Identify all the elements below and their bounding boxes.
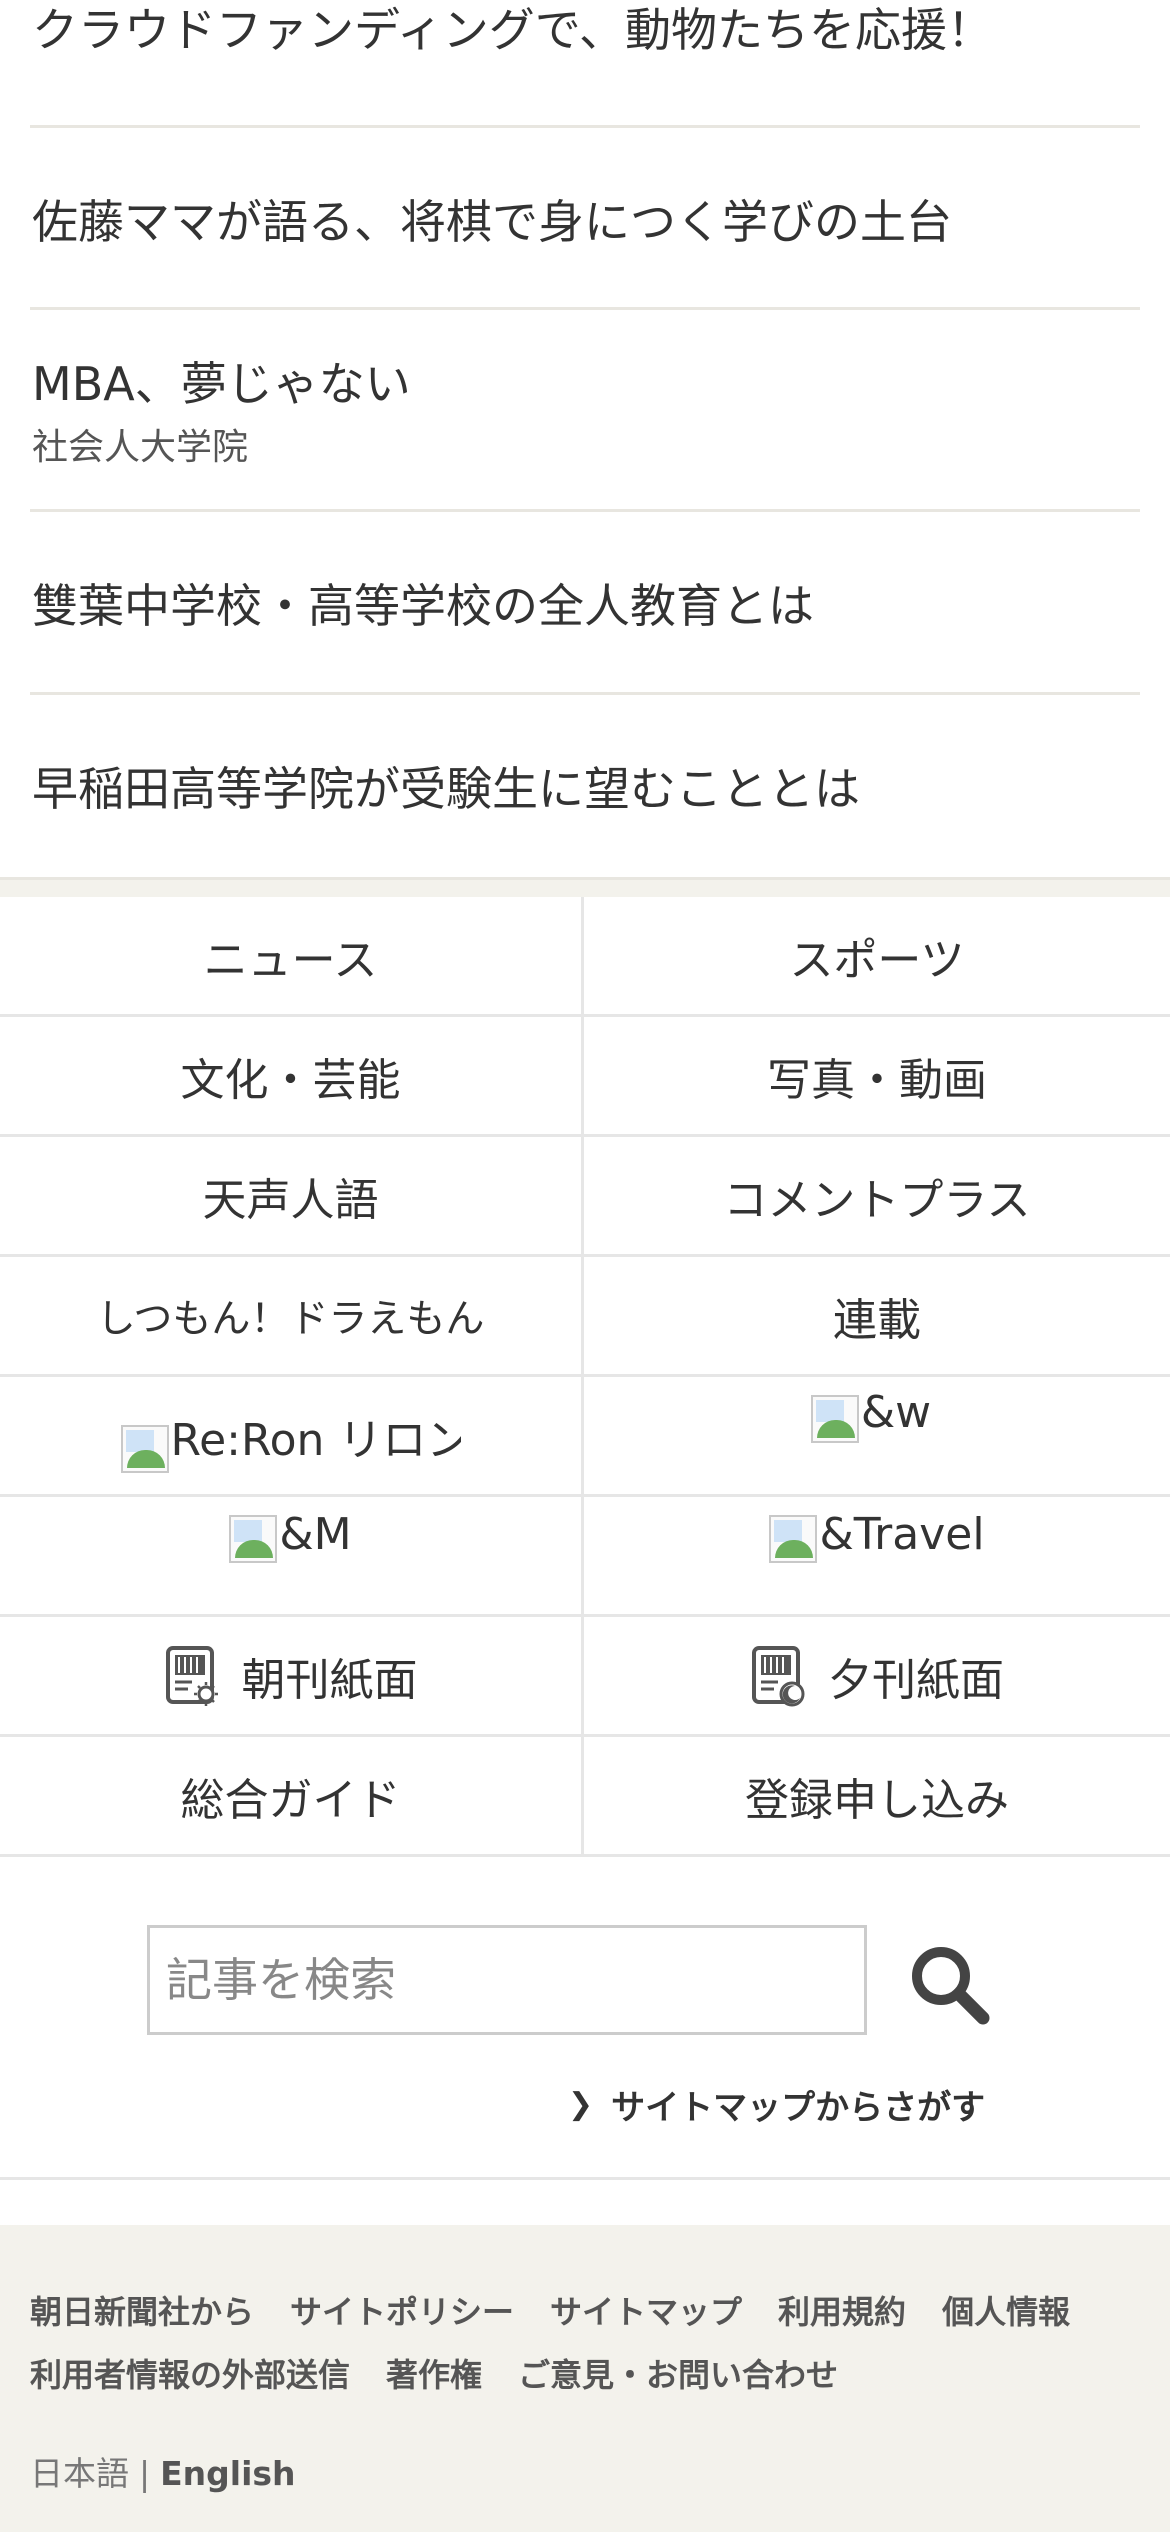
- nav-label: スポーツ: [789, 934, 965, 986]
- broken-image-icon: [120, 1424, 169, 1473]
- article-item[interactable]: 佐藤ママが語る、将棋で身につく学びの土台: [30, 128, 1140, 310]
- article-item[interactable]: 早稲田高等学院が受験生に望むこととは: [30, 695, 1140, 877]
- lang-separator: |: [139, 2454, 151, 2493]
- nav-morning-edition[interactable]: 朝刊紙面: [0, 1617, 584, 1737]
- nav-label: 連載: [833, 1294, 921, 1346]
- nav-label: &Travel: [819, 1509, 985, 1560]
- nav-label: しつもん！ドラえもん: [96, 1296, 485, 1342]
- nav-news[interactable]: ニュース: [0, 897, 584, 1017]
- nav-evening-edition[interactable]: 夕刊紙面: [584, 1617, 1170, 1737]
- nav-and-m[interactable]: &M: [0, 1497, 584, 1617]
- nav-and-w[interactable]: &w: [584, 1377, 1170, 1497]
- section-divider: [0, 877, 1170, 897]
- article-subtitle: 社会人大学院: [32, 427, 249, 468]
- broken-image-icon: [769, 1515, 818, 1563]
- footer-link-external-transmission[interactable]: 利用者情報の外部送信: [30, 2350, 350, 2396]
- article-item[interactable]: MBA、夢じゃない 社会人大学院: [30, 310, 1140, 512]
- site-footer: 朝日新聞社から サイトポリシー サイトマップ 利用規約 個人情報 利用者情報の外…: [0, 2225, 1170, 2532]
- broken-image-icon: [229, 1515, 278, 1563]
- nav-label: コメントプラス: [723, 1174, 1031, 1226]
- nav-shitsumon-doraemon[interactable]: しつもん！ドラえもん: [0, 1257, 584, 1377]
- nav-photo-video[interactable]: 写真・動画: [584, 1017, 1170, 1137]
- nav-label: &w: [860, 1387, 932, 1438]
- article-item[interactable]: クラウドファンディングで、動物たちを応援！: [30, 0, 1140, 128]
- chevron-right-icon: ❯: [568, 2087, 594, 2122]
- nav-label: &M: [279, 1509, 352, 1560]
- footer-link-privacy[interactable]: 個人情報: [942, 2287, 1070, 2333]
- nav-register[interactable]: 登録申し込み: [584, 1737, 1170, 1857]
- nav-comment-plus[interactable]: コメントプラス: [584, 1137, 1170, 1257]
- nav-label: ニュース: [203, 934, 378, 986]
- lang-japanese: 日本語: [30, 2454, 129, 2493]
- evening-paper-icon: [752, 1645, 805, 1706]
- nav-label: 夕刊紙面: [828, 1654, 1004, 1706]
- article-title: MBA、夢じゃない: [32, 357, 411, 411]
- search-icon[interactable]: [905, 1940, 995, 2030]
- nav-label: 天声人語: [202, 1174, 379, 1226]
- article-title: クラウドファンディングで、動物たちを応援！: [32, 3, 993, 57]
- footer-links-row: 朝日新聞社から サイトポリシー サイトマップ 利用規約 個人情報: [30, 2287, 1070, 2333]
- search-input[interactable]: [147, 1925, 867, 2035]
- footer-links-row: 利用者情報の外部送信 著作権 ご意見・お問い合わせ: [30, 2350, 874, 2396]
- nav-tenseijingo[interactable]: 天声人語: [0, 1137, 584, 1257]
- article-title: 佐藤ママが語る、将棋で身につく学びの土台: [32, 195, 952, 249]
- footer-link-about[interactable]: 朝日新聞社から: [30, 2287, 254, 2333]
- nav-reron[interactable]: Re:Ron リロン: [0, 1377, 584, 1497]
- nav-series[interactable]: 連載: [584, 1257, 1170, 1377]
- morning-paper-icon: [165, 1645, 218, 1706]
- nav-culture[interactable]: 文化・芸能: [0, 1017, 584, 1137]
- nav-label: Re:Ron リロン: [170, 1414, 461, 1466]
- language-switcher: 日本語 | English: [30, 2447, 296, 2495]
- footer-link-site-policy[interactable]: サイトポリシー: [290, 2287, 514, 2333]
- footer-link-terms[interactable]: 利用規約: [778, 2287, 906, 2333]
- nav-label: 登録申し込み: [745, 1774, 1009, 1826]
- article-title: 早稲田高等学院が受験生に望むこととは: [32, 762, 860, 816]
- search-section: ❯ サイトマップからさがす: [0, 1860, 1170, 2180]
- nav-label: 朝刊紙面: [241, 1654, 418, 1706]
- article-title: 雙葉中学校・高等学校の全人教育とは: [32, 579, 814, 633]
- lang-english-link[interactable]: English: [160, 2454, 295, 2493]
- nav-label: 文化・芸能: [180, 1054, 401, 1106]
- nav-label: 総合ガイド: [180, 1774, 401, 1826]
- nav-guide[interactable]: 総合ガイド: [0, 1737, 584, 1857]
- nav-label: 写真・動画: [767, 1054, 987, 1106]
- nav-and-travel[interactable]: &Travel: [584, 1497, 1170, 1617]
- footer-link-copyright[interactable]: 著作権: [386, 2350, 482, 2396]
- sitemap-link-label: サイトマップからさがす: [611, 2088, 986, 2128]
- article-item[interactable]: 雙葉中学校・高等学校の全人教育とは: [30, 512, 1140, 695]
- broken-image-icon: [810, 1395, 859, 1443]
- nav-sports[interactable]: スポーツ: [584, 897, 1170, 1017]
- sitemap-search-link[interactable]: ❯ サイトマップからさがす: [568, 2080, 985, 2129]
- footer-link-contact[interactable]: ご意見・お問い合わせ: [518, 2350, 838, 2396]
- footer-link-sitemap[interactable]: サイトマップ: [550, 2287, 742, 2333]
